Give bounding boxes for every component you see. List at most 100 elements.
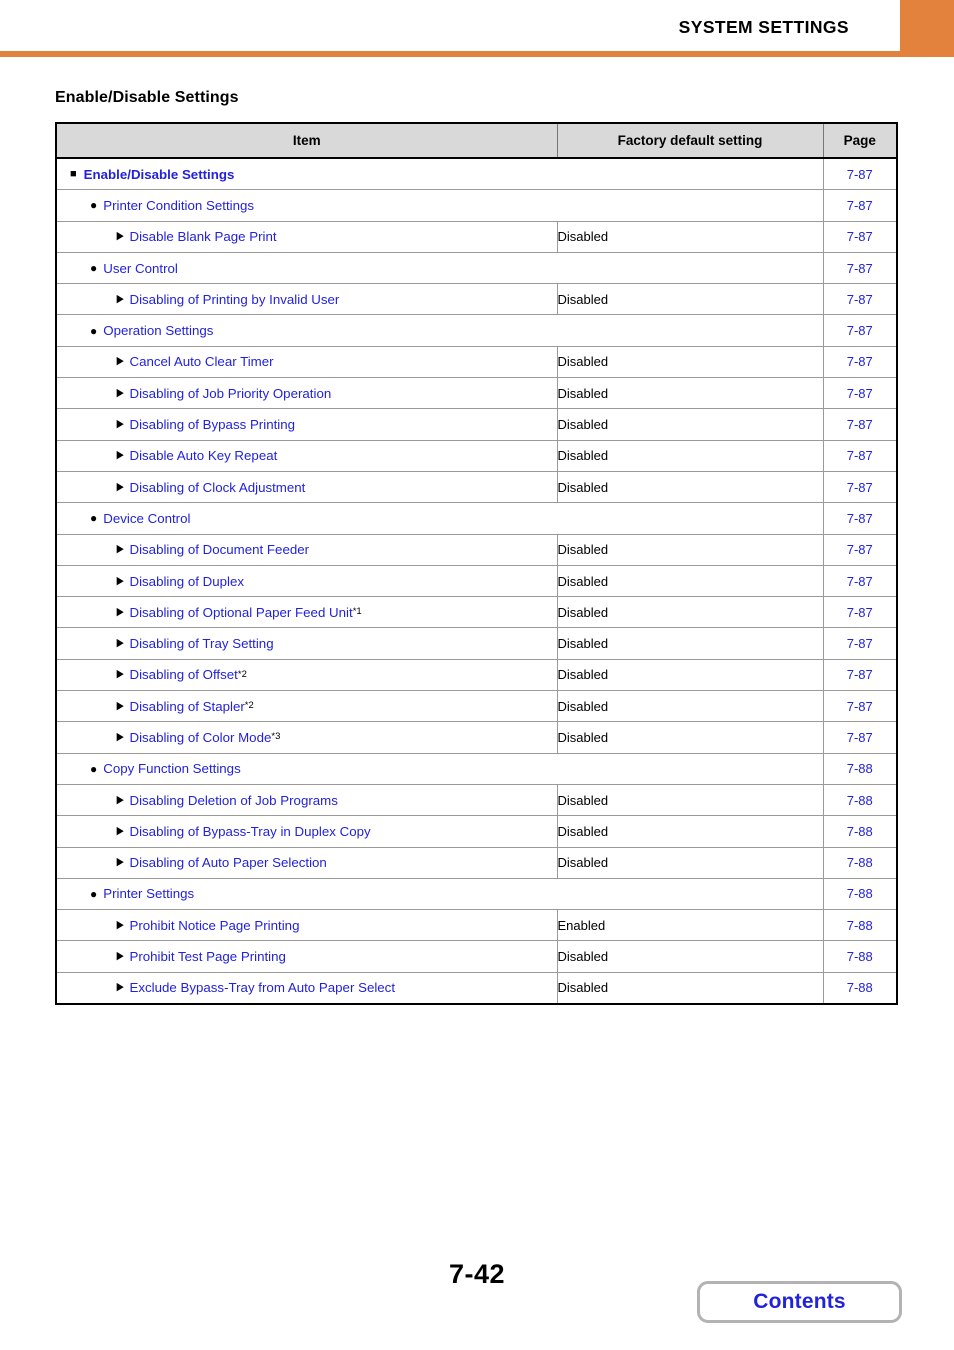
item-link[interactable]: Disabling of Stapler [129,699,244,714]
table-cell-page-link[interactable]: 7-88 [823,752,897,785]
table-row: ▶ Disabling of Stapler *2 Disabled 7-87 [56,690,897,722]
triangle-bullet-icon: ▶ [116,355,124,368]
item-link[interactable]: Disabling of Bypass-Tray in Duplex Copy [129,824,370,839]
item-link[interactable]: Disabling of Duplex [129,574,244,589]
settings-table-body: ■ Enable/Disable Settings 7-87 ● Printer Con… [56,158,897,1005]
table-cell-page-link[interactable]: 7-87 [823,377,897,409]
item-link[interactable]: Disabling of Printing by Invalid User [129,292,339,307]
table-cell-page-link[interactable]: 7-87 [823,721,897,754]
table-cell-page-link[interactable]: 7-88 [823,783,897,816]
table-cell-page-link[interactable]: 7-87 [823,408,897,441]
item-link[interactable]: Operation Settings [103,323,213,338]
item-link[interactable]: Disabling of Color Mode [129,730,271,745]
triangle-bullet-icon: ▶ [116,292,124,305]
item-link[interactable]: Copy Function Settings [103,761,240,776]
item-link[interactable]: Disabling of Job Priority Operation [129,386,331,401]
table-row: ▶ Disabling of Auto Paper Selection Disabl… [56,846,897,879]
triangle-bullet-icon: ▶ [116,386,124,399]
table-cell-page-link[interactable]: 7-87 [823,439,897,472]
table-cell-page-link[interactable]: 7-87 [823,283,897,315]
page-header: SYSTEM SETTINGS [0,0,954,57]
item-link[interactable]: Prohibit Notice Page Printing [129,918,299,933]
table-cell-page-link[interactable]: 7-87 [823,345,897,378]
item-link[interactable]: Disabling of Document Feeder [129,542,309,557]
triangle-bullet-icon: ▶ [116,637,124,650]
table-cell-page-link[interactable]: 7-87 [823,596,897,628]
table-cell-factory-default: Disabled [557,690,824,722]
item-link[interactable]: Disable Auto Key Repeat [129,448,277,463]
table-cell-page-link[interactable]: 7-87 [823,564,897,597]
table-cell-item: ● Copy Function Settings [56,752,824,785]
triangle-bullet-icon: ▶ [116,418,124,431]
item-link[interactable]: Device Control [103,511,190,526]
table-row: ▶ Disable Auto Key Repeat Disabled 7-87 [56,439,897,472]
table-cell-page-link[interactable]: 7-88 [823,815,897,848]
table-cell-page-link[interactable]: 7-87 [823,533,897,566]
table-row: ▶ Disabling of Bypass-Tray in Duplex Copy… [56,815,897,848]
table-row: ▶ Disabling of Offset *2 Disabled 7-87 [56,658,897,691]
table-cell-page-link[interactable]: 7-87 [823,502,897,535]
table-cell-item: ▶ Disabling of Tray Setting [56,627,558,660]
table-cell-page-link[interactable]: 7-88 [823,909,897,941]
table-row: ● Printer Condition Settings 7-87 [56,189,897,222]
circle-bullet-icon: ● [90,511,98,526]
table-cell-factory-default: Disabled [557,971,824,1005]
table-cell-factory-default: Disabled [557,408,824,441]
table-cell-factory-default: Disabled [557,439,824,472]
table-cell-factory-default: Disabled [557,815,824,848]
table-cell-page-link[interactable]: 7-87 [823,314,897,347]
table-cell-item: ▶ Disabling of Stapler *2 [56,690,558,722]
square-bullet-icon: ■ [70,167,77,180]
table-cell-page-link[interactable]: 7-87 [823,658,897,691]
triangle-bullet-icon: ▶ [116,605,124,618]
table-cell-page-link[interactable]: 7-88 [823,877,897,910]
table-cell-factory-default: Disabled [557,220,824,253]
table-cell-page-link[interactable]: 7-87 [823,470,897,503]
item-link[interactable]: Enable/Disable Settings [84,167,235,182]
table-cell-page-link[interactable]: 7-87 [823,627,897,660]
item-link[interactable]: Disabling of Clock Adjustment [129,480,305,495]
table-header-row: Item Factory default setting Page [56,123,897,159]
table-cell-item: ● Printer Settings [56,877,824,910]
triangle-bullet-icon: ▶ [116,699,124,712]
triangle-bullet-icon: ▶ [116,543,124,556]
table-cell-page-link[interactable]: 7-87 [823,158,897,190]
item-link[interactable]: User Control [103,261,178,276]
triangle-bullet-icon: ▶ [116,918,124,931]
table-cell-page-link[interactable]: 7-87 [823,189,897,222]
table-cell-factory-default: Disabled [557,940,824,973]
table-cell-page-link[interactable]: 7-87 [823,220,897,253]
item-link[interactable]: Printer Settings [103,886,194,901]
item-link[interactable]: Disable Blank Page Print [129,229,276,244]
item-link[interactable]: Disabling of Tray Setting [129,636,273,651]
contents-button[interactable]: Contents [697,1281,902,1323]
table-cell-item: ▶ Disabling of Auto Paper Selection [56,846,558,879]
table-row: ■ Enable/Disable Settings 7-87 [56,158,897,190]
item-link[interactable]: Prohibit Test Page Printing [129,949,285,964]
item-link[interactable]: Disabling of Offset [129,667,237,682]
table-row: ▶ Prohibit Test Page Printing Disabled 7-88 [56,940,897,973]
table-cell-page-link[interactable]: 7-87 [823,251,897,284]
table-cell-page-link[interactable]: 7-87 [823,690,897,722]
table-cell-page-link[interactable]: 7-88 [823,940,897,973]
table-row: ▶ Disabling Deletion of Job Programs Disab… [56,783,897,816]
table-cell-factory-default: Enabled [557,909,824,941]
section-title: Enable/Disable Settings [55,89,239,106]
item-link[interactable]: Disabling of Auto Paper Selection [129,855,326,870]
table-cell-item: ● User Control [56,251,824,284]
triangle-bullet-icon: ▶ [116,824,124,837]
item-link[interactable]: Cancel Auto Clear Timer [129,354,273,369]
table-row: ● Device Control 7-87 [56,502,897,535]
item-link[interactable]: Exclude Bypass-Tray from Auto Paper Sele… [129,980,395,995]
table-cell-page-link[interactable]: 7-88 [823,846,897,879]
circle-bullet-icon: ● [90,261,98,276]
item-link[interactable]: Disabling Deletion of Job Programs [129,793,337,808]
item-link[interactable]: Disabling of Bypass Printing [129,417,295,432]
triangle-bullet-icon: ▶ [116,449,124,462]
item-link[interactable]: Printer Condition Settings [103,198,254,213]
table-cell-item: ▶ Disabling of Document Feeder [56,533,558,566]
item-link[interactable]: Disabling of Optional Paper Feed Unit [129,605,352,620]
triangle-bullet-icon: ▶ [116,950,124,963]
table-cell-page-link[interactable]: 7-88 [823,971,897,1005]
table-cell-item: ■ Enable/Disable Settings [56,158,824,190]
